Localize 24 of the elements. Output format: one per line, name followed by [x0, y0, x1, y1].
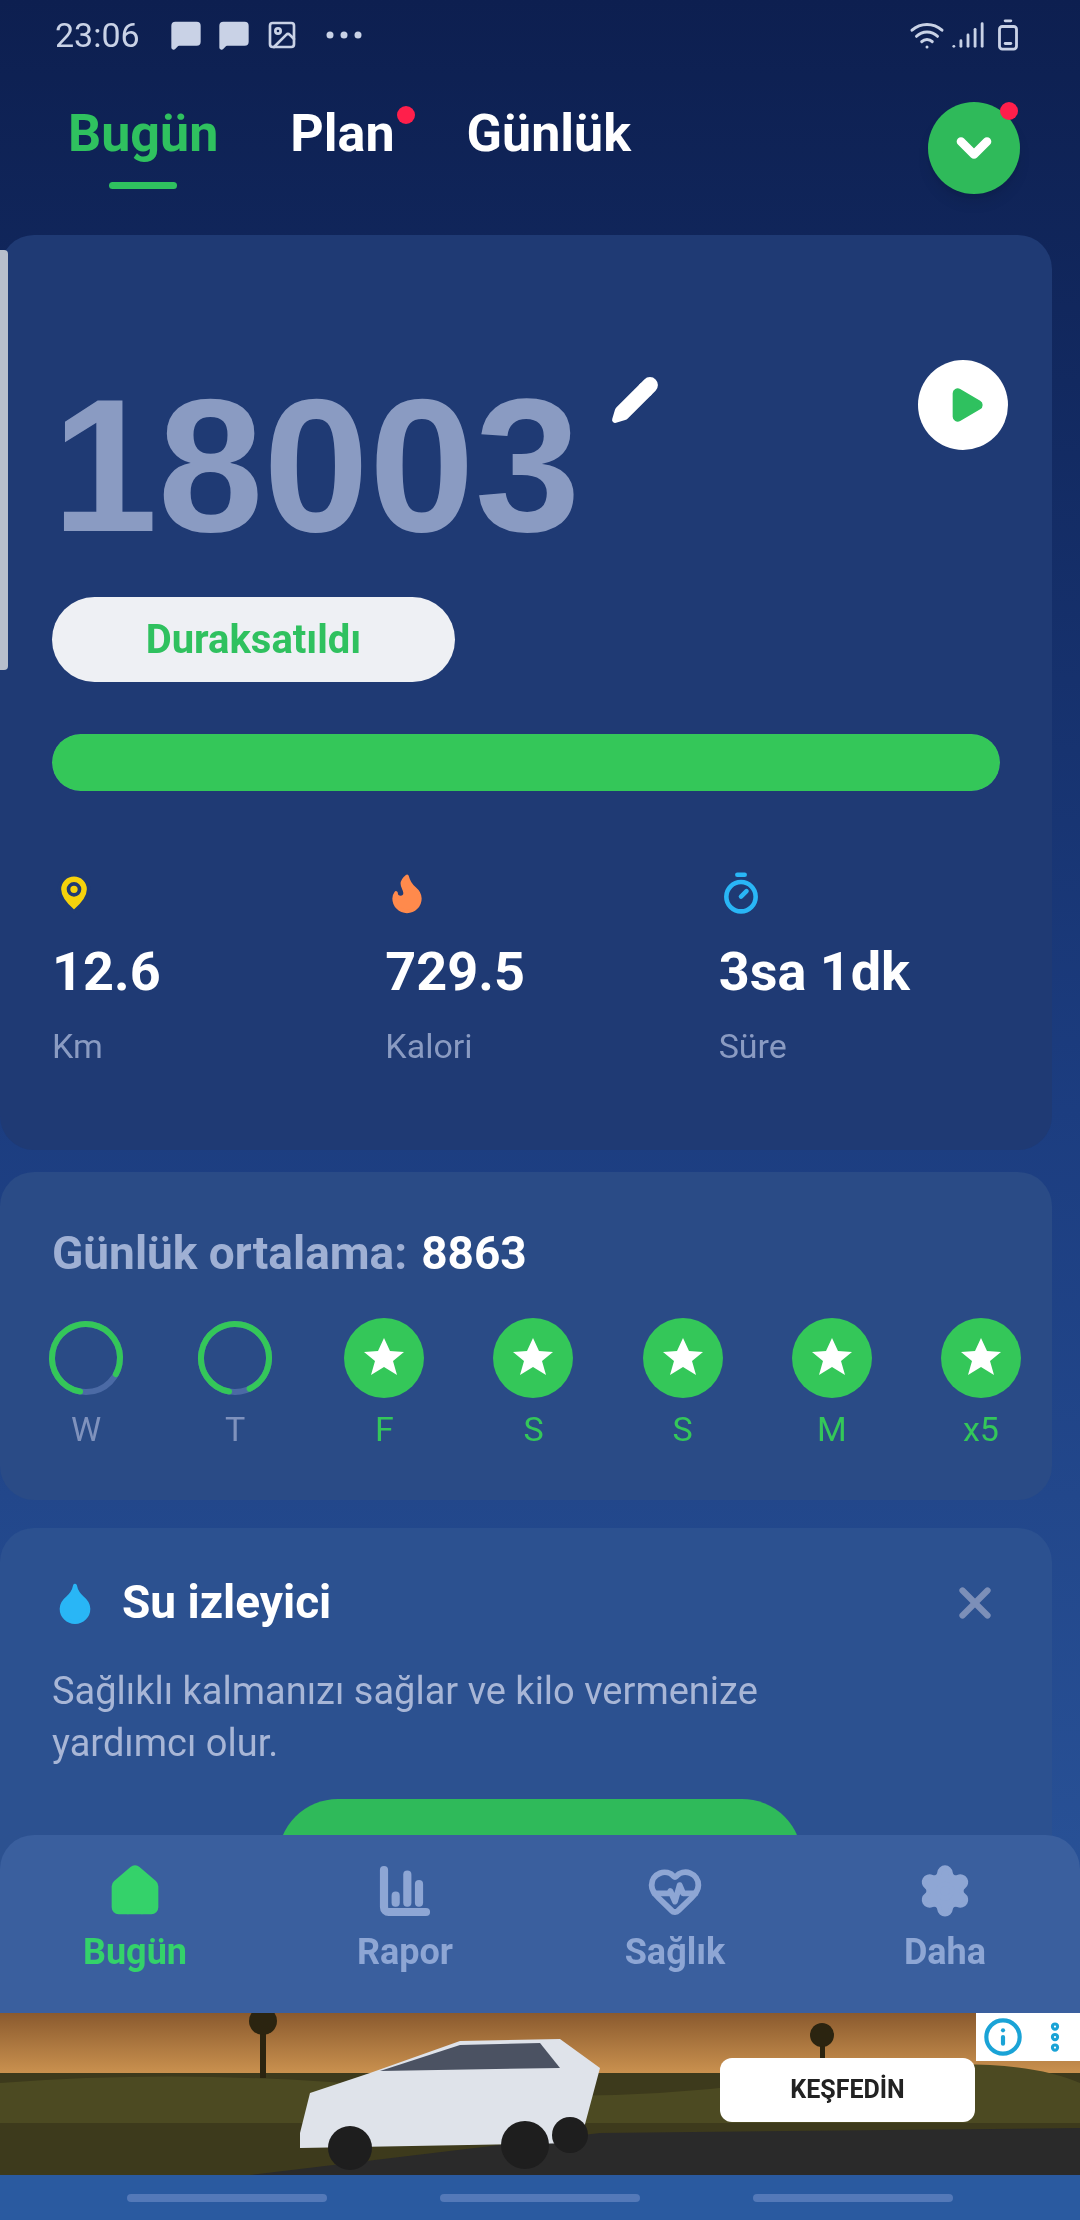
day-label: S: [523, 1412, 544, 1446]
stat-label: Süre: [718, 1029, 787, 1063]
day-label: M: [816, 1412, 847, 1446]
status-time: 23:06: [55, 13, 140, 57]
day-label: x5: [962, 1412, 999, 1446]
day-label: W: [70, 1412, 102, 1446]
top-tab[interactable]: Günlük: [466, 98, 631, 189]
stat-label: Kalori: [385, 1029, 473, 1063]
step-count: 18003: [52, 385, 581, 545]
card-description: Sağlıklı kalmanızı sağlar ve kilo vermenize yardımcı olur.: [52, 1668, 759, 1767]
stat-value: 3sa 1dk: [718, 945, 910, 999]
card-title: Su izleyici: [122, 1574, 332, 1631]
stat-value: 12.6: [52, 945, 161, 999]
day-label: S: [672, 1412, 693, 1446]
average-label: Günlük ortalama:: [52, 1230, 408, 1276]
status-pill: Duraksatıldı: [52, 597, 455, 682]
ad-cta-button[interactable]: KEŞFEDİN: [720, 2058, 975, 2122]
average-value: 8863: [421, 1230, 527, 1276]
top-tab[interactable]: Plan: [290, 98, 395, 189]
top-tab[interactable]: Bugün: [68, 98, 219, 189]
day-label: T: [225, 1412, 246, 1446]
stat-label: Km: [52, 1029, 103, 1063]
stat-value: 729.5: [385, 945, 525, 999]
day-label: F: [374, 1412, 394, 1446]
